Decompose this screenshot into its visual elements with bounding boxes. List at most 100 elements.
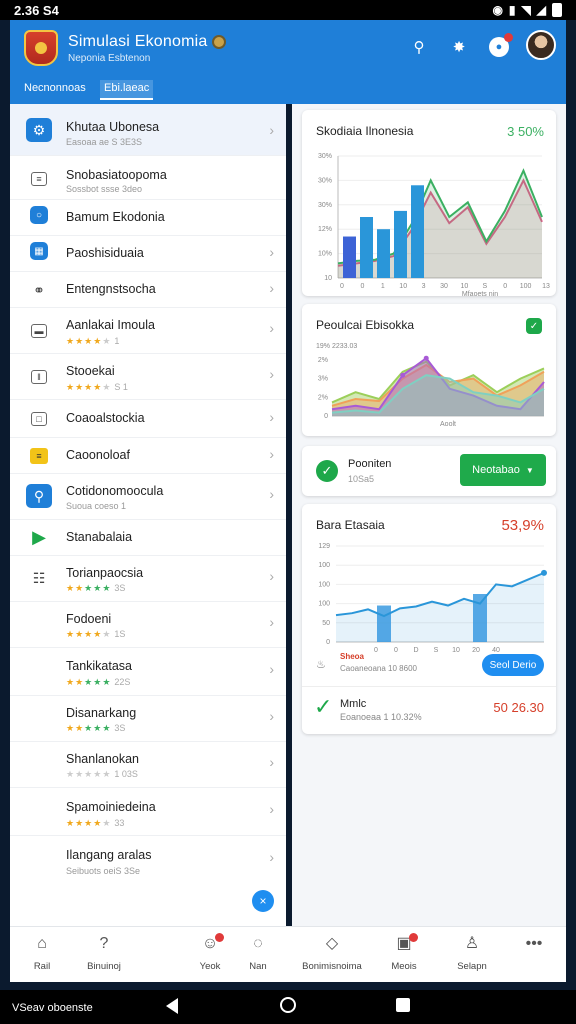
notabao-button[interactable]: Neotabao ▼ [460, 454, 546, 486]
status-time: 2.36 S4 [14, 2, 59, 18]
star-icon: ★ [84, 677, 94, 687]
system-nav-bar: VSeav oboenste [0, 990, 576, 1024]
y-tick-label: 2% [318, 394, 328, 401]
list-item[interactable]: Tankikatasa ★★★★★ 22S › [10, 648, 286, 696]
nav-label: Bonimisnoima [302, 961, 362, 972]
list-item[interactable]: □ Coaoalstockia › [10, 400, 286, 438]
list-item-label: Disanarkang [66, 706, 137, 720]
list-item-label: Caoonoloaf [66, 448, 130, 462]
list-item[interactable]: ‖ Stooekai ★★★★★ S 1 › [10, 354, 286, 400]
send-button[interactable]: Seol Derio [482, 654, 544, 676]
notification-badge [504, 33, 513, 42]
list-item[interactable]: ▬ Aanlakai Imoula ★★★★★ 1 › [10, 308, 286, 354]
star-icon: ★ [93, 629, 103, 639]
notabao-button-label: Neotabao [472, 464, 520, 476]
rating-count: 3S [114, 583, 126, 593]
nav-item-bonimisnoima[interactable]: ◇ Bonimisnoima [300, 933, 364, 972]
nav-label: Nan [249, 961, 267, 972]
status-icons: ◉ ▮ ◥ ◢ [492, 3, 562, 17]
star-icon: ★ [66, 818, 76, 828]
list-item[interactable]: ▶ Stanabalaia [10, 520, 286, 556]
x-tick-label: 0 [394, 647, 398, 654]
rating-count: 1 [114, 336, 120, 346]
list-item[interactable]: ⚙ Khutaa Ubonesa Easoaa ae S 3E3S › [10, 104, 286, 156]
bar [377, 605, 391, 642]
list-item-label: Bamum Ekodonia [66, 210, 165, 224]
grid-icon: ☷ [32, 569, 46, 586]
list-item-sub: Suoua coeso 1 [66, 501, 127, 511]
bar [360, 217, 373, 278]
nav-label: Rail [33, 961, 51, 972]
data-point [541, 569, 547, 576]
rating-stars: ★★★★★ 1 [66, 336, 119, 347]
x-tick-label: 13 [542, 283, 550, 290]
bar [377, 229, 390, 278]
list-item[interactable]: ▦ Paoshisiduaia › [10, 236, 286, 272]
series-area [336, 572, 544, 642]
vibrate-icon: ▮ [508, 3, 516, 17]
card-subtitle: 19% 2233.03 [316, 343, 357, 350]
list-item[interactable]: ○ Bamum Ekodonia [10, 200, 286, 236]
y-tick-label: 2% [318, 357, 328, 364]
list-item[interactable]: Disanarkang ★★★★★ 3S › [10, 696, 286, 742]
search-icon[interactable]: ⚲ [408, 36, 430, 58]
box-icon: ▣ [372, 933, 436, 955]
check-circle-icon: ✓ [316, 460, 338, 482]
back-icon[interactable] [166, 998, 178, 1014]
nav-item-nan[interactable]: ◌ Nan [226, 933, 290, 972]
y-tick-label: 100 [318, 581, 330, 588]
settings-icon[interactable]: ✸ [448, 36, 470, 58]
more-icon: ••• [525, 935, 543, 952]
tab-ebilaeac[interactable]: Ebi.laeac [100, 80, 154, 100]
star-icon: ★ [93, 769, 103, 779]
rating-stars: ★★★★★ 22S [66, 677, 130, 688]
rating-count: 1 03S [114, 769, 138, 779]
nav-item-meois[interactable]: ▣ Meois [372, 933, 436, 972]
list-item[interactable]: ☷ Torianpaocsia ★★★★★ 3S › [10, 556, 286, 602]
system-label: VSeav oboenste [12, 1002, 93, 1014]
chevron-right-icon: › [269, 409, 274, 425]
rating-count: 22S [114, 677, 131, 687]
signal-icon: ◢ [536, 3, 546, 17]
list-item[interactable]: ⚭ Entengnstsocha › [10, 272, 286, 308]
chart-card-bara: Bara Etasaia 53,9% 129 100 100 100 50 0 0 0 D S 10… [302, 504, 556, 734]
list-item-label: Fodoeni [66, 612, 112, 626]
list-item[interactable]: Ilangang aralas Seibuots oeiS 3Se › [10, 836, 286, 882]
x-tick-label: 30 [440, 283, 448, 290]
help-icon: ? [99, 935, 109, 952]
nav-item-more[interactable]: ••• [502, 933, 566, 961]
star-icon: ★ [66, 677, 76, 687]
nav-item-binuinoj[interactable]: ? Binuinoj [72, 933, 136, 972]
star-icon: ★ [66, 583, 76, 593]
chart-card-peoulcai: Peoulcai Ebisokka ✓ 19% 2233.03 2% 3% 2% 0 Ao… [302, 304, 556, 436]
x-tick-label: 0 [340, 283, 344, 290]
list-item[interactable]: ≡ Snobasiatoopoma Sossbot ssse 3deo [10, 156, 286, 200]
info-icon: ○ [30, 206, 48, 224]
nav-item-rail[interactable]: ⌂ Rail [10, 933, 74, 972]
list-item-label: Coaoalstockia [66, 411, 145, 425]
notifications-button[interactable]: ● [488, 33, 513, 58]
chevron-right-icon: › [269, 244, 274, 260]
recents-icon[interactable] [396, 998, 410, 1012]
list-item[interactable]: ≡ Caoonoloaf › [10, 438, 286, 474]
folder-icon: ≡ [30, 448, 48, 464]
tab-necnonnoas[interactable]: Necnonnoas [24, 80, 86, 100]
list-item[interactable]: Fodoeni ★★★★★ 1S › [10, 602, 286, 648]
star-icon: ★ [93, 336, 103, 346]
close-fab-button[interactable]: × [252, 890, 274, 912]
avatar[interactable] [526, 30, 556, 60]
home-circle-icon[interactable] [280, 997, 296, 1013]
bar [411, 185, 424, 278]
star-icon: ★ [66, 382, 76, 392]
list-item[interactable]: Shanlanokan ★★★★★ 1 03S › [10, 742, 286, 788]
chevron-down-icon: ▼ [525, 465, 534, 475]
nav-item-selapn[interactable]: ♙ Selapn [440, 933, 504, 972]
home-icon: ⌂ [37, 935, 47, 952]
x-axis-label: Aoolt [440, 421, 456, 428]
list-item[interactable]: ⚲ Cotidonomoocula Suoua coeso 1 › [10, 474, 286, 520]
nav-label: Binuinoj [87, 961, 121, 972]
star-icon: ★ [84, 629, 94, 639]
list-item[interactable]: Spamoiniedeina ★★★★★ 33 › [10, 788, 286, 836]
item-title: Mmlc [340, 698, 367, 710]
list-item-label: Stooekai [66, 364, 115, 378]
